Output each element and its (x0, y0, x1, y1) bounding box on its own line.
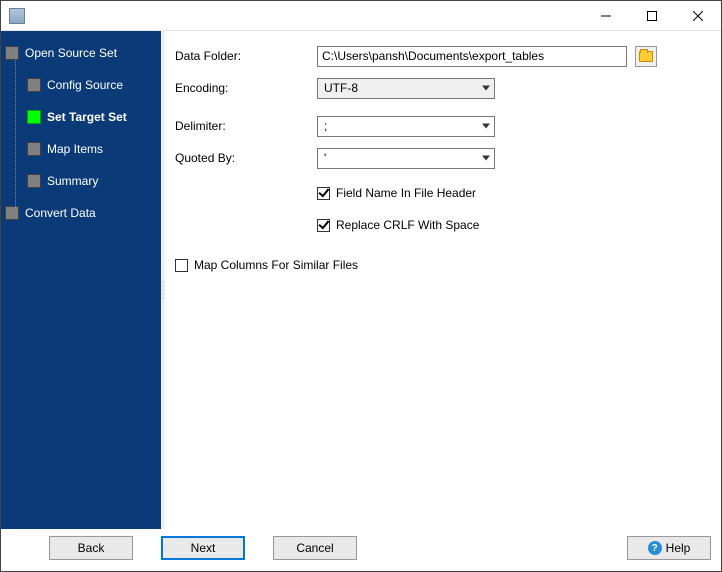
replace-crlf-checkbox[interactable] (317, 219, 330, 232)
help-icon: ? (648, 541, 662, 555)
step-node-icon (5, 206, 19, 220)
step-summary[interactable]: Summary (27, 169, 161, 193)
next-button[interactable]: Next (161, 536, 245, 560)
back-button[interactable]: Back (49, 536, 133, 560)
content-area: Open Source Set Config Source Set Target… (1, 31, 721, 529)
field-name-header-label: Field Name In File Header (336, 186, 476, 200)
chevron-down-icon (482, 124, 490, 129)
delimiter-label: Delimiter: (175, 119, 317, 133)
encoding-value: UTF-8 (324, 81, 358, 95)
delimiter-select[interactable]: ; (317, 116, 495, 137)
row-data-folder: Data Folder: (175, 45, 711, 67)
step-node-icon (5, 46, 19, 60)
field-name-header-checkbox[interactable] (317, 187, 330, 200)
wizard-steps-sidebar: Open Source Set Config Source Set Target… (1, 31, 161, 529)
row-quoted-by: Quoted By: ' (175, 147, 711, 169)
step-config-source[interactable]: Config Source (27, 73, 161, 97)
folder-icon (639, 51, 653, 62)
wizard-window: Open Source Set Config Source Set Target… (0, 0, 722, 572)
map-columns-checkbox[interactable] (175, 259, 188, 272)
step-open-source-set[interactable]: Open Source Set (5, 41, 161, 65)
chevron-down-icon (482, 156, 490, 161)
row-field-name-header: Field Name In File Header (317, 183, 711, 203)
tree-connector (15, 49, 16, 209)
row-encoding: Encoding: UTF-8 (175, 77, 711, 99)
row-replace-crlf: Replace CRLF With Space (317, 215, 711, 235)
step-node-icon-active (27, 110, 41, 124)
app-icon (9, 8, 25, 24)
quoted-by-value: ' (324, 151, 326, 165)
encoding-label: Encoding: (175, 81, 317, 95)
back-button-label: Back (78, 541, 105, 555)
step-label: Map Items (47, 142, 103, 156)
delimiter-value: ; (324, 119, 327, 133)
row-map-columns: Map Columns For Similar Files (175, 255, 711, 275)
data-folder-label: Data Folder: (175, 49, 317, 63)
encoding-select[interactable]: UTF-8 (317, 78, 495, 99)
step-label: Convert Data (25, 206, 96, 220)
titlebar (1, 1, 721, 31)
step-label: Summary (47, 174, 98, 188)
browse-button[interactable] (635, 46, 657, 67)
help-button[interactable]: ? Help (627, 536, 711, 560)
step-label: Set Target Set (47, 110, 127, 124)
step-map-items[interactable]: Map Items (27, 137, 161, 161)
data-folder-input[interactable] (317, 46, 627, 67)
step-node-icon (27, 78, 41, 92)
quoted-by-label: Quoted By: (175, 151, 317, 165)
step-convert-data[interactable]: Convert Data (5, 201, 161, 225)
wizard-footer: Back Next Cancel ? Help (1, 529, 721, 571)
step-label: Config Source (47, 78, 123, 92)
minimize-button[interactable] (583, 1, 629, 31)
maximize-button[interactable] (629, 1, 675, 31)
next-button-label: Next (191, 541, 216, 555)
chevron-down-icon (482, 86, 490, 91)
form-panel: Data Folder: Encoding: UTF-8 Delimiter: … (165, 31, 721, 529)
quoted-by-select[interactable]: ' (317, 148, 495, 169)
step-node-icon (27, 174, 41, 188)
help-button-label: Help (666, 541, 691, 555)
row-delimiter: Delimiter: ; (175, 115, 711, 137)
cancel-button-label: Cancel (296, 541, 333, 555)
map-columns-label: Map Columns For Similar Files (194, 258, 358, 272)
close-button[interactable] (675, 1, 721, 31)
step-label: Open Source Set (25, 46, 117, 60)
step-set-target-set[interactable]: Set Target Set (27, 105, 161, 129)
step-node-icon (27, 142, 41, 156)
replace-crlf-label: Replace CRLF With Space (336, 218, 479, 232)
cancel-button[interactable]: Cancel (273, 536, 357, 560)
